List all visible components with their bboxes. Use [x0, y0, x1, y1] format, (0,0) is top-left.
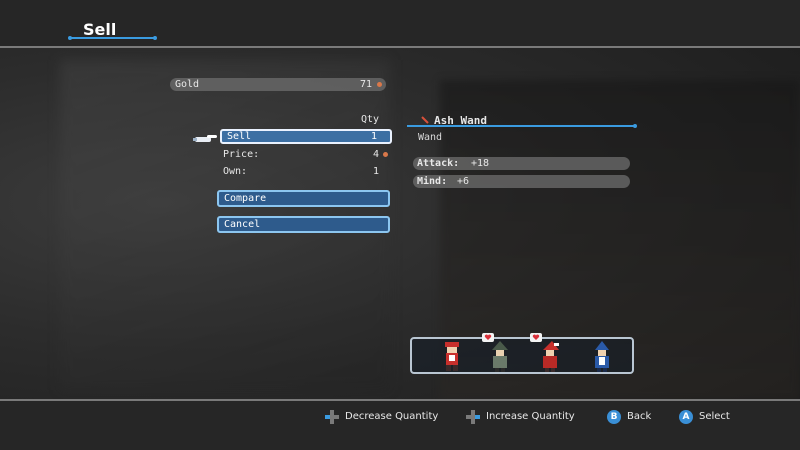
header-bar — [0, 0, 800, 48]
red-wizard-character — [543, 341, 559, 372]
title-underline — [68, 36, 157, 40]
back-label: Back — [627, 411, 652, 422]
gold-amount: 71 — [359, 79, 372, 90]
item-name-underline — [407, 124, 637, 128]
dpad-right-icon — [466, 410, 480, 424]
increase-quantity-label: Increase Quantity — [486, 411, 575, 422]
stat-value: +18 — [471, 158, 490, 169]
witch-character — [492, 341, 508, 372]
stat-name: Mind: — [417, 176, 448, 187]
pointer-hand-icon — [193, 135, 217, 142]
own-row: Own: 1 — [220, 164, 392, 179]
stat-name: Attack: — [417, 158, 460, 169]
coin-icon — [383, 152, 388, 157]
b-button-icon: B — [607, 410, 621, 424]
stat-value: +6 — [457, 176, 470, 187]
dpad-left-icon — [325, 410, 339, 424]
can-equip-heart-icon — [482, 333, 494, 342]
own-value: 1 — [372, 166, 379, 177]
stat-attack: Attack: +18 — [413, 157, 630, 170]
red-mage-character — [445, 342, 459, 371]
cancel-button[interactable]: Cancel — [217, 216, 390, 233]
qty-header: Qty — [361, 114, 380, 125]
gold-label: Gold — [175, 79, 200, 90]
price-label: Price: — [223, 149, 260, 160]
stat-mind: Mind: +6 — [413, 175, 630, 188]
sell-label: Sell — [227, 131, 252, 142]
coin-icon — [377, 82, 382, 87]
can-equip-heart-icon — [530, 333, 542, 342]
sell-quantity-value: 1 — [370, 131, 377, 142]
price-row: Price: 4 — [220, 147, 392, 162]
select-label: Select — [699, 411, 730, 422]
a-button-icon: A — [679, 410, 693, 424]
compare-button[interactable]: Compare — [217, 190, 390, 207]
own-label: Own: — [223, 166, 248, 177]
gold-display: Gold 71 — [170, 78, 386, 91]
party-panel — [410, 333, 634, 374]
sell-quantity-row[interactable]: Sell 1 — [220, 129, 392, 144]
price-value: 4 — [372, 149, 379, 160]
footer-bar — [0, 399, 800, 450]
item-type: Wand — [418, 132, 443, 143]
decrease-quantity-label: Decrease Quantity — [345, 411, 439, 422]
blue-mage-character — [595, 341, 609, 372]
background-scene — [0, 0, 800, 450]
